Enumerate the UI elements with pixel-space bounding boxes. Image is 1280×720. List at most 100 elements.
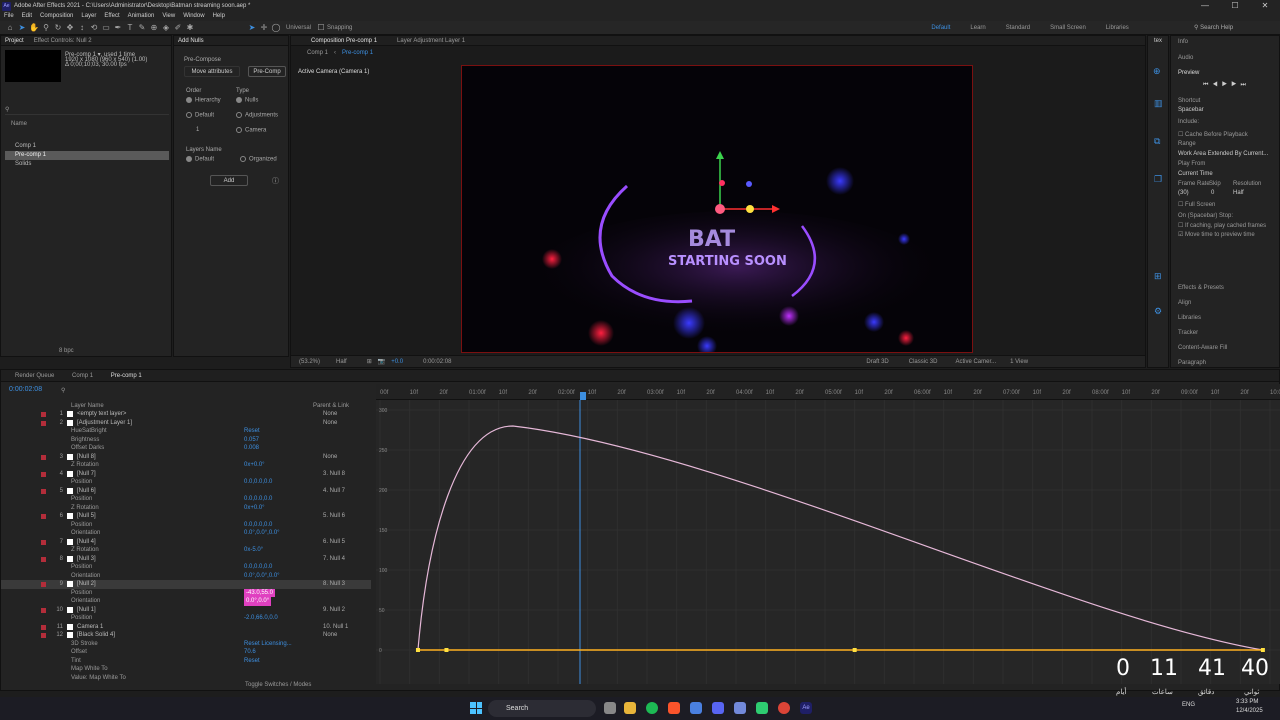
pan-tool-icon[interactable]: ✥	[65, 23, 75, 33]
green-app-icon[interactable]	[756, 702, 768, 714]
move-time-checkbox[interactable]: ☑ Move time to preview time	[1178, 231, 1255, 238]
property-value[interactable]: Reset	[244, 427, 260, 436]
universal-label[interactable]: Universal	[286, 25, 311, 31]
info-tab[interactable]: Info	[1178, 39, 1188, 45]
layer-name[interactable]: [Null 1]	[77, 606, 96, 615]
copy-icon[interactable]: ⧉	[1154, 136, 1160, 147]
maximize-button[interactable]: ☐	[1220, 0, 1250, 12]
minimize-button[interactable]: —	[1190, 0, 1220, 12]
chrome-icon[interactable]	[778, 702, 790, 714]
layer-name[interactable]: [Null 2]	[77, 580, 96, 589]
property-value[interactable]: 0.0,0.0,0.0	[244, 495, 272, 504]
property-value[interactable]: 0.0°,0.0°,0.0°	[244, 529, 280, 538]
parent-select[interactable]: 7. Null 4	[323, 555, 345, 564]
table-row[interactable]: 3 [Null 8] None	[1, 453, 371, 462]
search-help-input[interactable]: ⚲ Search Help	[1194, 23, 1274, 33]
spotify-icon[interactable]	[646, 702, 658, 714]
property-value[interactable]: Reset Licensing...	[244, 640, 292, 649]
label-color-swatch[interactable]	[41, 514, 46, 519]
chat-app-icon[interactable]	[734, 702, 746, 714]
camera-behind-tool-icon[interactable]: ▭	[101, 23, 111, 33]
language-indicator[interactable]: ENG	[1182, 702, 1195, 708]
bpc-label[interactable]: 8 bpc	[59, 348, 74, 354]
breadcrumb-precomp1[interactable]: Pre-comp 1	[342, 50, 373, 56]
time-ruler[interactable]: 00f 10f 20f 01:00f 10f 20f 02:00f 10f 20f 03:00f 1…	[376, 384, 1280, 400]
selection-tool-icon[interactable]: ➤	[17, 23, 27, 33]
label-color-swatch[interactable]	[41, 471, 46, 477]
label-color-swatch[interactable]	[41, 420, 46, 426]
property-name[interactable]: Z Rotation	[71, 504, 99, 513]
property-name[interactable]: Position	[71, 589, 92, 598]
tab-composition[interactable]: Composition Pre-comp 1	[311, 38, 377, 44]
organized-radio[interactable]: Organized	[240, 156, 277, 163]
property-row[interactable]: Value: Map White To	[1, 674, 371, 683]
tracker-tab[interactable]: Tracker	[1178, 330, 1198, 336]
tab-effect-controls[interactable]: Effect Controls: Null 2	[34, 38, 92, 44]
property-row[interactable]: Position -2.0,66.0,0.0	[1, 614, 371, 623]
composition-viewer[interactable]: BAT STARTING SOON	[461, 65, 973, 353]
menu-effect[interactable]: Effect	[104, 12, 119, 21]
table-row[interactable]: 9 [Null 2] 8. Null 3	[1, 580, 371, 589]
table-row[interactable]: 1 <empty text layer> None	[1, 410, 371, 419]
property-name[interactable]: Position	[71, 521, 92, 530]
layer-name[interactable]: Camera 1	[77, 623, 103, 632]
menu-help[interactable]: Help	[213, 12, 225, 21]
workspace-default[interactable]: Default	[931, 25, 950, 31]
property-name[interactable]: Position	[71, 614, 92, 623]
snapshot-icon[interactable]: 📷	[378, 358, 385, 365]
resolution-select-preview[interactable]: Half	[1233, 190, 1244, 196]
menu-view[interactable]: View	[162, 12, 175, 21]
property-value[interactable]: 0.057	[244, 436, 259, 445]
label-color-swatch[interactable]	[41, 454, 46, 460]
home-icon[interactable]: ⌂	[5, 23, 15, 33]
rotate3d-icon[interactable]: ◯	[271, 23, 281, 33]
cache-checkbox[interactable]: ☐ Cache Before Playback	[1178, 131, 1248, 138]
pen-tool-icon[interactable]: ✒	[113, 23, 123, 33]
snapping-label[interactable]: Snapping	[327, 25, 352, 31]
property-row[interactable]: Z Rotation 0x-5.0°	[1, 546, 371, 555]
property-value[interactable]: -2.0,66.0,0.0	[244, 614, 278, 623]
property-row[interactable]: 3D Stroke Reset Licensing...	[1, 640, 371, 649]
property-row[interactable]: Offset Darks 0.008	[1, 444, 371, 453]
timeline-timecode[interactable]: 0:00:02:08	[9, 386, 42, 393]
table-row[interactable]: 11 Camera 1 10. Null 1	[1, 623, 371, 632]
clone-tool-icon[interactable]: ⊕	[149, 23, 159, 33]
keyframe[interactable]	[1260, 648, 1265, 652]
graph-editor[interactable]: 00f 10f 20f 01:00f 10f 20f 02:00f 10f 20f 03:00f 1…	[376, 384, 1280, 684]
file-explorer-icon[interactable]	[624, 702, 636, 714]
range-select[interactable]: Work Area Extended By Current...	[1178, 151, 1268, 157]
parent-select[interactable]: 10. Null 1	[323, 623, 348, 632]
property-name[interactable]: Tint	[71, 657, 81, 666]
table-row[interactable]: 5 [Null 6] 4. Null 7	[1, 487, 371, 496]
property-value[interactable]: 0.0,0.0,0.0	[244, 521, 272, 530]
eraser-tool-icon[interactable]: ◈	[161, 23, 171, 33]
graph-curve-area[interactable]: 300 250 200 150 100 50 0	[376, 400, 1280, 684]
preview-tab[interactable]: Preview	[1178, 70, 1199, 76]
property-row[interactable]: Orientation 0.0°,0.0°,0.0°	[1, 572, 371, 581]
roto-tool-icon[interactable]: ✐	[173, 23, 183, 33]
property-name[interactable]: Orientation	[71, 572, 100, 581]
list-item[interactable]: Comp 1	[5, 142, 169, 151]
orbit-tool-icon[interactable]: ↻	[53, 23, 63, 33]
tab-add-nulls[interactable]: Add Nulls	[178, 38, 204, 44]
parent-select[interactable]: 3. Null 8	[323, 470, 345, 479]
keyframe[interactable]	[415, 648, 420, 652]
add-button[interactable]: Add	[210, 175, 248, 186]
table-row[interactable]: 10 [Null 1] 9. Null 2	[1, 606, 371, 615]
property-row[interactable]: Position 0.0,0.0,0.0	[1, 478, 371, 487]
nulls-radio[interactable]: Nulls	[236, 97, 258, 104]
layer-name[interactable]: [Null 7]	[77, 470, 96, 479]
property-value[interactable]: 70.6	[244, 648, 256, 657]
parent-select[interactable]: 9. Null 2	[323, 606, 345, 615]
workspace-libraries[interactable]: Libraries	[1106, 25, 1129, 31]
tab-render-queue[interactable]: Render Queue	[15, 373, 54, 379]
order-count-select[interactable]: 1	[196, 127, 199, 133]
taskbar-search[interactable]: Search	[488, 700, 596, 717]
layer-name-header[interactable]: Layer Name	[71, 403, 104, 409]
table-row[interactable]: 2 [Adjustment Layer 1] None	[1, 419, 371, 428]
playhead[interactable]	[580, 392, 586, 400]
property-value[interactable]: 0.0,0.0,0.0	[244, 563, 272, 572]
property-name[interactable]: Z Rotation	[71, 546, 99, 555]
parent-select[interactable]: None	[323, 631, 337, 640]
timeline-search-icon[interactable]: ⚲	[61, 387, 65, 394]
